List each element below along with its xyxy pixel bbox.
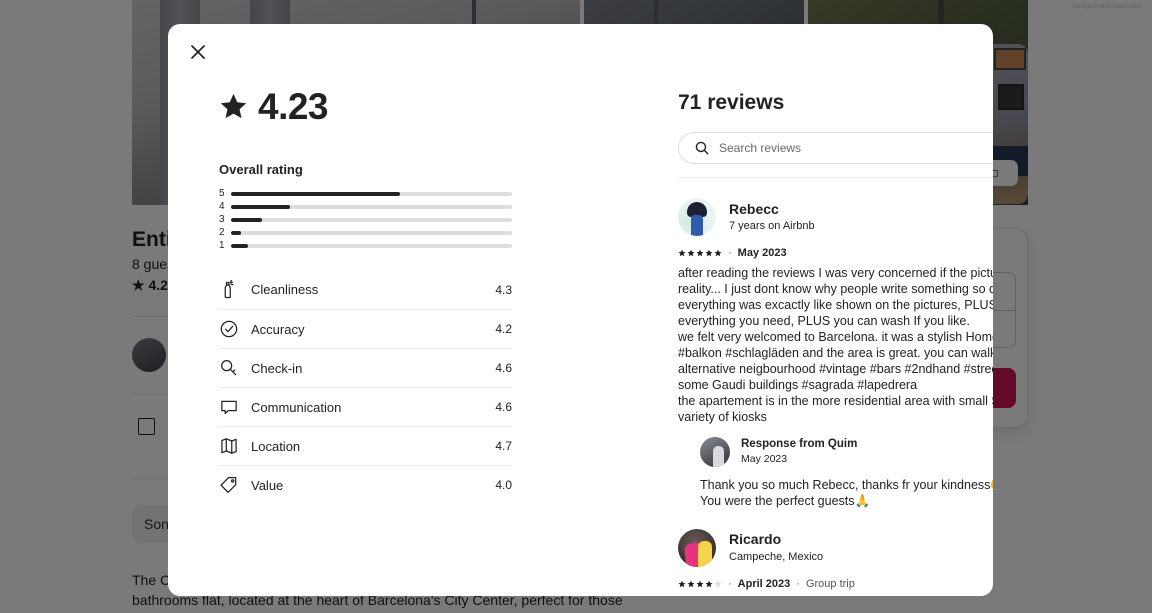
host-response: Response from Quim May 2023 Thank you so m… [700, 437, 993, 509]
category-name: Accuracy [251, 321, 305, 337]
reviewer-meta: 7 years on Airbnb [729, 219, 815, 232]
check-circle-icon [219, 319, 251, 339]
review-author: Rebecc 7 years on Airbnb [678, 198, 993, 236]
review-item: Ricardo Campeche, Mexico · April 2023 · Group… [678, 509, 993, 590]
rating-bar-fill [231, 230, 241, 235]
rating-bar-row: 3 [219, 213, 512, 226]
review-author: Ricardo Campeche, Mexico [678, 528, 993, 567]
overall-score-block: 4.23 [219, 88, 512, 125]
rating-bar-track [231, 243, 512, 248]
rating-bar-fill [231, 243, 248, 248]
category-rating-row: Location 4.7 [219, 426, 512, 465]
rating-bar-track [231, 230, 512, 235]
star-icon [219, 92, 248, 121]
avatar[interactable] [700, 437, 730, 468]
host-response-date: May 2023 [741, 452, 788, 465]
reviewer-meta: Campeche, Mexico [729, 550, 824, 563]
avatar[interactable] [678, 528, 716, 567]
category-score: 4.2 [495, 322, 512, 336]
search-input[interactable] [719, 141, 993, 155]
category-ratings-list: Cleanliness 4.3 Accuracy 4.2 Check-in 4.6 Comm… [219, 270, 512, 504]
reviews-header: 71 reviews Most recent [658, 70, 993, 116]
close-icon[interactable] [182, 36, 214, 68]
category-score: 4.0 [495, 478, 512, 492]
reviewer-name: Ricardo [729, 531, 782, 548]
category-rating-row: Check-in 4.6 [219, 348, 512, 387]
category-score: 4.3 [495, 282, 512, 297]
star-rating-icons [678, 249, 722, 257]
rating-bar-row: 5 [219, 187, 512, 200]
host-response-header: Response from Quim May 2023 [700, 437, 993, 468]
tag-icon [219, 475, 251, 495]
review-rating: · May 2023 [678, 247, 993, 259]
rating-bar-fill [231, 204, 290, 209]
modal-body: 4.23 Overall rating 54321 Cleanliness 4.3… [168, 70, 993, 596]
search-icon [695, 141, 709, 155]
review-trip-type: Group trip [805, 577, 855, 590]
reviews-list: Rebecc 7 years on Airbnb · May 2023 after re… [658, 178, 993, 590]
reviewer-name: Rebecc [729, 200, 779, 217]
search-wrapper [658, 116, 993, 164]
separator-dot: · [728, 577, 732, 590]
category-name: Check-in [251, 360, 303, 376]
separator-dot: · [796, 577, 800, 590]
category-rating-row: Communication 4.6 [219, 387, 512, 426]
overall-score: 4.23 [258, 86, 329, 127]
separator-dot: · [728, 247, 732, 259]
search-box[interactable] [678, 132, 993, 164]
category-rating-row: Accuracy 4.2 [219, 309, 512, 348]
category-name: Communication [251, 399, 342, 415]
ratings-summary: 4.23 Overall rating 54321 Cleanliness 4.3… [219, 70, 512, 504]
category-rating-row: Value 4.0 [219, 465, 512, 504]
rating-distribution: 54321 [219, 187, 512, 252]
rating-bar-fill [231, 191, 400, 196]
rating-bar-label: 3 [219, 213, 225, 225]
host-response-name: Response from Quim [741, 438, 858, 450]
rating-bar-row: 2 [219, 226, 512, 239]
rating-bar-fill [231, 217, 262, 222]
reviews-count-title: 71 reviews [678, 91, 785, 114]
rating-bar-label: 2 [219, 226, 225, 238]
cleaning-spray-icon [219, 279, 251, 300]
screen: ImagesInBaloneni.com ◻ ︎ Entir 8 gues ★ … [0, 0, 1152, 613]
review-date: April 2023 [737, 577, 791, 590]
overall-rating-label: Overall rating [219, 162, 303, 177]
reviews-panel: 71 reviews Most recent [658, 70, 993, 590]
speech-bubble-icon [219, 397, 251, 417]
rating-bar-track [231, 191, 512, 196]
category-score: 4.6 [495, 400, 512, 414]
star-rating-icons [678, 580, 722, 588]
key-icon [219, 358, 251, 378]
review-date: May 2023 [737, 247, 787, 259]
category-rating-row: Cleanliness 4.3 [219, 270, 512, 309]
rating-bar-track [231, 204, 512, 209]
avatar[interactable] [678, 198, 716, 236]
review-item: Rebecc 7 years on Airbnb · May 2023 after re… [678, 178, 993, 509]
rating-bar-label: 4 [219, 200, 225, 212]
category-name: Cleanliness [251, 282, 319, 297]
category-score: 4.6 [495, 361, 512, 375]
rating-bar-row: 1 [219, 239, 512, 252]
category-score: 4.7 [495, 439, 512, 453]
rating-bar-track [231, 217, 512, 222]
category-name: Value [251, 477, 284, 493]
host-response-text: Thank you so much Rebecc, thanks fr your… [700, 477, 993, 508]
rating-bar-label: 5 [219, 187, 225, 199]
reviews-modal: 4.23 Overall rating 54321 Cleanliness 4.3… [168, 24, 993, 596]
rating-bar-row: 4 [219, 200, 512, 213]
category-name: Location [251, 438, 301, 454]
rating-bar-label: 1 [219, 239, 225, 251]
review-text: after reading the reviews I was very con… [678, 266, 993, 424]
review-rating: · April 2023 · Group trip [678, 578, 993, 590]
map-icon [219, 436, 251, 456]
